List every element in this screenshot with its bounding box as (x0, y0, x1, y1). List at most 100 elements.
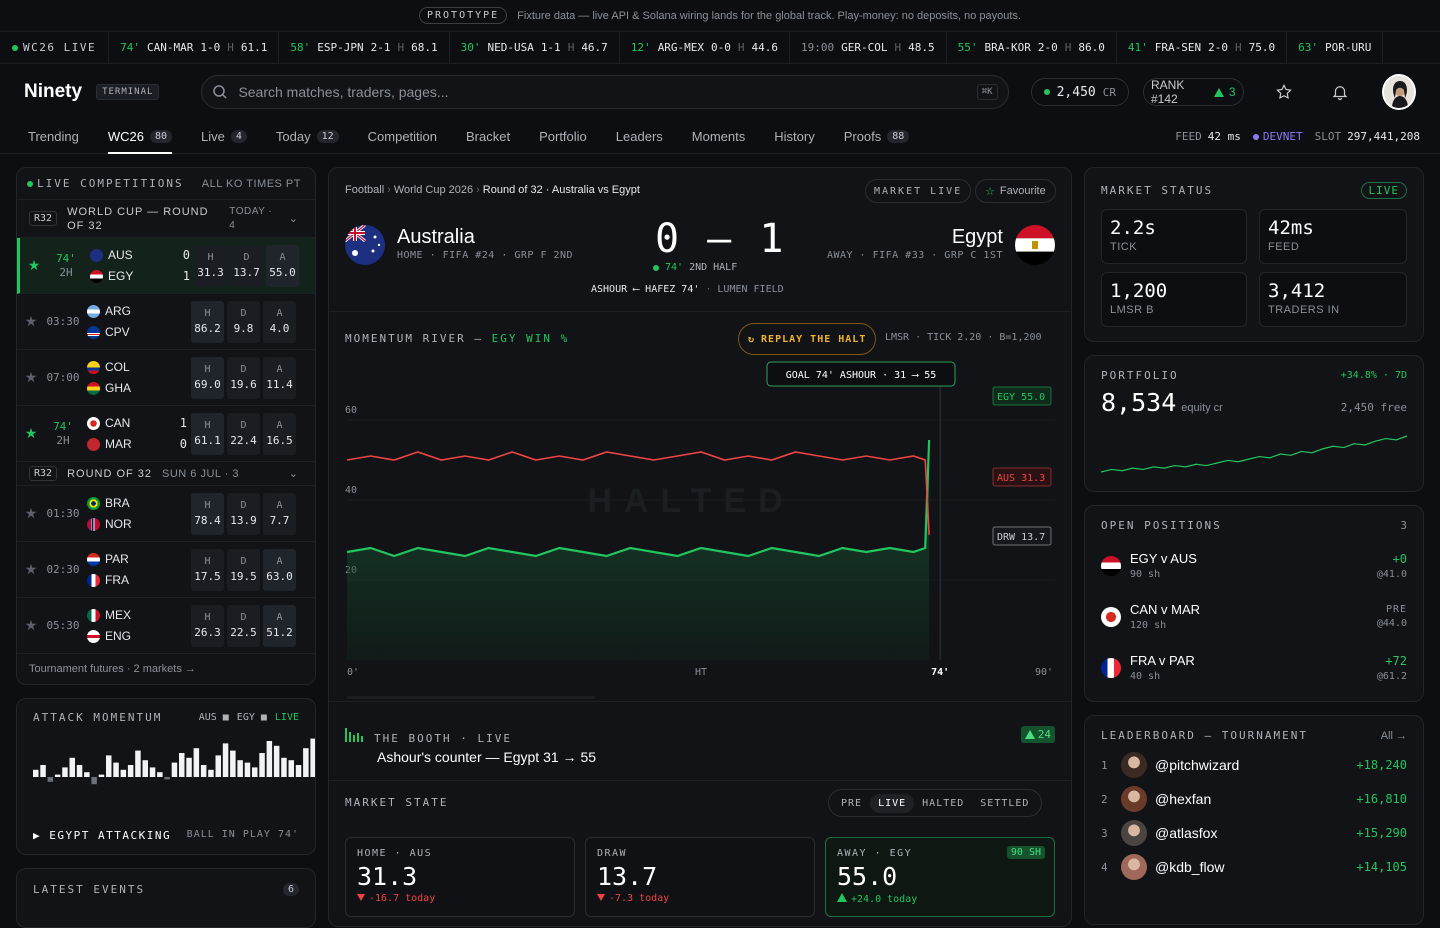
team-away: GHA (87, 380, 187, 396)
match-row[interactable]: ★ 74' 2H AUS 0 EGY 1 H 31.3 D 13.7 A 55.0 (17, 238, 315, 294)
favourite-star-icon[interactable]: ★ (17, 369, 45, 386)
leaderboard-row[interactable]: 1 @pitchwizard +18,240 (1085, 748, 1423, 782)
logo[interactable]: Ninety (24, 81, 82, 103)
odds-d-button[interactable]: D 13.9 (227, 492, 260, 535)
group-header[interactable]: R32 WORLD CUP — ROUND OF 32 TODAY · 4 ⌄ (17, 200, 315, 238)
attack-bar (135, 750, 141, 777)
odds-h-button[interactable]: H 17.5 (191, 548, 224, 591)
odds-d-button[interactable]: D 22.5 (227, 604, 260, 647)
state-tab-live[interactable]: LIVE (870, 793, 915, 813)
odds-a-button[interactable]: A 4.0 (263, 300, 296, 343)
away-team-name[interactable]: Egypt (952, 226, 1003, 249)
breadcrumb-item[interactable]: World Cup 2026 (394, 184, 473, 196)
leaderboard-row[interactable]: 2 @hexfan +16,810 (1085, 782, 1423, 816)
rank-badge[interactable]: RANK #142 3 (1143, 78, 1244, 106)
nav-tab-moments[interactable]: Moments (692, 120, 745, 153)
odds-d-button[interactable]: D 19.5 (227, 548, 260, 591)
favourite-button[interactable]: ☆ Favourite (975, 179, 1056, 203)
ticker-item[interactable]: 19:00 GER-COL H 48.5 (790, 32, 947, 63)
ticker-item[interactable]: 12' ARG-MEX 0-0 H 44.6 (620, 32, 791, 63)
odds-a-button[interactable]: A 55.0 (266, 244, 299, 287)
state-tab-halted[interactable]: HALTED (914, 794, 972, 813)
favourite-star-icon[interactable]: ★ (17, 425, 45, 442)
booth-votes[interactable]: 24 (1020, 726, 1055, 743)
nav-tab-competition[interactable]: Competition (368, 120, 437, 153)
group-header[interactable]: R32 ROUND OF 32 SUN 6 JUL · 3 ⌄ (17, 462, 315, 486)
favourite-star-icon[interactable]: ★ (17, 561, 45, 578)
odds-h-button[interactable]: H 86.2 (191, 300, 224, 343)
state-tab-settled[interactable]: SETTLED (972, 794, 1037, 813)
leaderboard-row[interactable]: 4 @kdb_flow +14,105 (1085, 850, 1423, 884)
leaderboard-filter[interactable]: All → (1381, 730, 1407, 742)
positions-count: 3 (1400, 519, 1407, 532)
nav-tab-trending[interactable]: Trending (28, 120, 79, 153)
odds-d-button[interactable]: D 13.7 (230, 244, 263, 287)
nav-tab-live[interactable]: Live 4 (201, 120, 247, 153)
match-row[interactable]: ★ 05:30 MEX ENG H 26.3 D 22.5 A 51.2 (17, 598, 315, 654)
match-row[interactable]: ★ 02:30 PAR FRA H 17.5 D 19.5 A 63.0 (17, 542, 315, 598)
odds-a-button[interactable]: A 16.5 (263, 412, 296, 455)
position-row[interactable]: EGY v AUS 90 sh +0 @41.0 (1085, 540, 1423, 591)
nav-tab-portfolio[interactable]: Portfolio (539, 120, 587, 153)
leaderboard-row[interactable]: 3 @atlasfox +15,290 (1085, 816, 1423, 850)
nav-tab-today[interactable]: Today 12 (276, 120, 339, 153)
notifications-button[interactable] (1326, 77, 1354, 107)
match-row[interactable]: ★ 01:30 BRA NOR H 78.4 D 13.9 A 7.7 (17, 486, 315, 542)
outcome-card[interactable]: HOME · AUS 31.3 -16.7 today (345, 837, 575, 917)
ticker-item[interactable]: 41' FRA-SEN 2-0 H 75.0 (1117, 32, 1288, 63)
search-bar[interactable]: ⌘K (201, 75, 1009, 109)
ticker-item[interactable]: 30' NED-USA 1-1 H 46.7 (450, 32, 620, 63)
odds-a-button[interactable]: A 63.0 (263, 548, 296, 591)
ticker-score: 0-0 (711, 41, 731, 54)
nav-tab-wc26[interactable]: WC26 80 (107, 120, 173, 154)
state-tab-pre[interactable]: PRE (833, 794, 870, 813)
tournament-futures-link[interactable]: Tournament futures · 2 markets → (17, 654, 315, 684)
odds-a-button[interactable]: A 7.7 (263, 492, 296, 535)
odds-a-button[interactable]: A 51.2 (263, 604, 296, 647)
latest-events-panel: LATEST EVENTS 6 (16, 868, 316, 928)
nav-tab-leaders[interactable]: Leaders (616, 120, 663, 153)
match-row[interactable]: ★ 03:30 ARG CPV H 86.2 D 9.8 A 4.0 (17, 294, 315, 350)
outcome-card[interactable]: AWAY · EGY 55.0 +24.0 today 90 SH (825, 837, 1055, 917)
favourite-star-icon[interactable]: ★ (20, 257, 48, 274)
portfolio-panel[interactable]: PORTFOLIO +34.8% · 7D 8,534 equity cr 2,4… (1084, 355, 1424, 492)
odds-d-button[interactable]: D 19.6 (227, 356, 260, 399)
odds-h-button[interactable]: H 61.1 (191, 412, 224, 455)
outcome-card[interactable]: DRAW 13.7 -7.3 today (585, 837, 815, 917)
odds-h-button[interactable]: H 69.0 (191, 356, 224, 399)
favourite-star-icon[interactable]: ★ (17, 617, 45, 634)
favourite-star-icon[interactable]: ★ (17, 313, 45, 330)
timeline-scrubber[interactable] (347, 696, 595, 699)
odds-h-button[interactable]: H 78.4 (191, 492, 224, 535)
leaderboard-rank: 3 (1101, 826, 1108, 840)
ticker-item[interactable]: 58' ESP-JPN 2-1 H 68.1 (279, 32, 450, 63)
user-avatar[interactable] (1381, 74, 1416, 110)
odds-h-button[interactable]: H 26.3 (191, 604, 224, 647)
odds-h-button[interactable]: H 31.3 (194, 244, 227, 287)
odds-d-button[interactable]: D 22.4 (227, 412, 260, 455)
ticker-item[interactable]: 74' CAN-MAR 1-0 H 61.1 (109, 32, 280, 63)
attack-bar (157, 772, 163, 777)
home-team-name[interactable]: Australia (397, 226, 475, 249)
search-input[interactable] (238, 84, 967, 100)
odds-a-button[interactable]: A 11.4 (263, 356, 296, 399)
match-row[interactable]: ★ 74' 2H CAN 1 MAR 0 H 61.1 D 22.4 A 16.5 (17, 406, 315, 462)
nav-tab-history[interactable]: History (774, 120, 814, 153)
nav-tab-proofs[interactable]: Proofs 88 (844, 120, 910, 153)
credits-balance[interactable]: 2,450 CR (1030, 78, 1129, 106)
odds-d-button[interactable]: D 9.8 (227, 300, 260, 343)
replay-halt-button[interactable]: ↻ REPLAY THE HALT (738, 323, 877, 355)
ticker-item[interactable]: 55' BRA-KOR 2-0 H 86.0 (947, 32, 1117, 63)
x-tick-label: 74' (931, 667, 949, 678)
breadcrumb-item[interactable]: Football (345, 184, 384, 196)
favourites-button[interactable] (1270, 77, 1298, 107)
portfolio-sparkline (1101, 435, 1408, 473)
ticker-item[interactable]: 63' POR-URU (1287, 32, 1384, 63)
position-row[interactable]: CAN v MAR 120 sh PRE @44.0 (1085, 591, 1423, 642)
position-row[interactable]: FRA v PAR 40 sh +72 @61.2 (1085, 642, 1423, 693)
match-row[interactable]: ★ 07:00 COL GHA H 69.0 D 19.6 A 11.4 (17, 350, 315, 406)
nav-tab-bracket[interactable]: Bracket (466, 120, 510, 153)
booth-commentary[interactable]: THE BOOTH · LIVE 24 Ashour's counter — E… (345, 724, 1055, 765)
favourite-star-icon[interactable]: ★ (17, 505, 45, 522)
y-tick-label: 60 (345, 405, 357, 416)
